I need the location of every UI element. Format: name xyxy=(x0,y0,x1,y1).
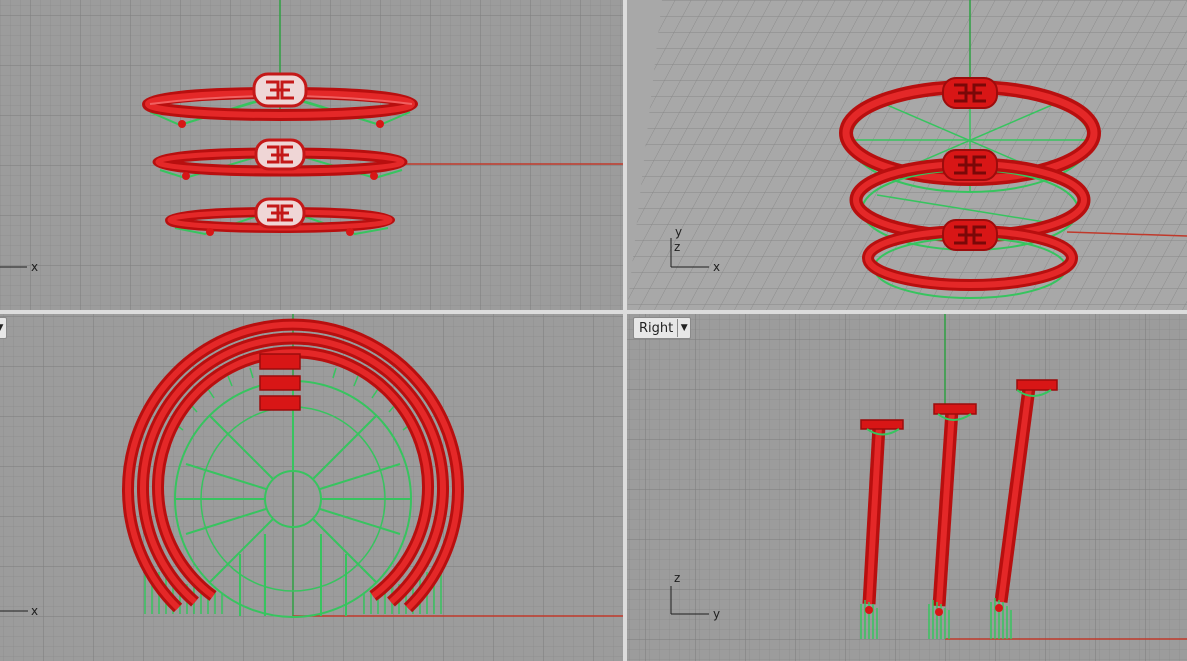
axis-label-z: z xyxy=(674,240,680,254)
dropdown-triangle-icon[interactable]: ▼ xyxy=(0,319,6,337)
viewport-tab-right[interactable]: Right ▼ xyxy=(633,317,692,339)
viewport-right[interactable]: z y Right ▼ xyxy=(627,314,1187,661)
viewport-perspective[interactable]: y z x xyxy=(627,0,1187,310)
axis-label-x: x xyxy=(31,260,38,274)
axis-label-y: y xyxy=(713,607,720,621)
axis-label-y: y xyxy=(675,225,682,239)
right-view-canvas[interactable]: z y xyxy=(627,314,1187,661)
axis-label-z: z xyxy=(674,571,680,585)
viewport-tab-front[interactable]: ▼ xyxy=(0,317,7,339)
front-view-canvas[interactable]: x xyxy=(0,314,623,661)
viewport-top[interactable]: x xyxy=(0,0,623,310)
dropdown-triangle-icon[interactable]: ▼ xyxy=(677,319,690,337)
top-view-canvas[interactable]: x xyxy=(0,0,623,310)
rhino-viewport-layout: x y z x x z y Right ▼ xyxy=(0,0,1187,661)
axis-label-x: x xyxy=(713,260,720,274)
axis-label-x: x xyxy=(31,604,38,618)
perspective-view-canvas[interactable]: y z x xyxy=(627,0,1187,310)
viewport-title: Right xyxy=(639,320,674,336)
viewport-front[interactable]: x ▼ xyxy=(0,314,623,661)
